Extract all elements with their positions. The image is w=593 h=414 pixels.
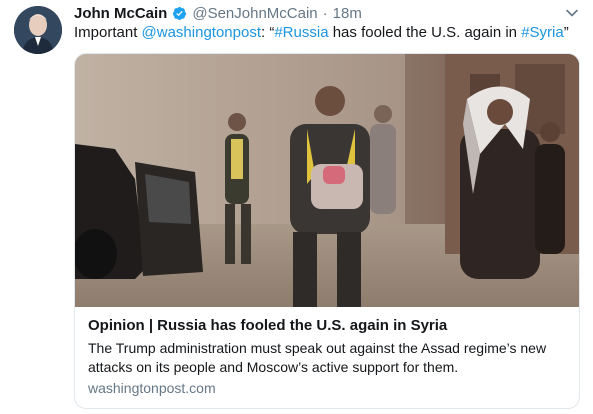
card-domain[interactable]: washingtonpost.com xyxy=(88,379,572,398)
tweet-text-segment: Important xyxy=(74,24,142,41)
avatar[interactable] xyxy=(14,6,62,54)
card-title[interactable]: Opinion | Russia has fooled the U.S. aga… xyxy=(88,316,572,336)
avatar-image xyxy=(14,6,62,54)
card-body[interactable]: Opinion | Russia has fooled the U.S. aga… xyxy=(88,316,572,398)
card-photo[interactable] xyxy=(75,54,579,307)
tweet-text-segment: : “ xyxy=(261,24,275,41)
hashtag-link-russia[interactable]: #Russia xyxy=(274,24,328,41)
link-card[interactable]: Opinion | Russia has fooled the U.S. aga… xyxy=(74,53,580,409)
hashtag-link-syria[interactable]: #Syria xyxy=(521,24,564,41)
separator-dot: · xyxy=(322,4,328,22)
card-description: The Trump administration must speak out … xyxy=(88,340,547,375)
tweet-text-segment: has fooled the U.S. again in xyxy=(328,24,522,41)
tweet-text-segment: ” xyxy=(563,24,569,41)
verified-badge-icon xyxy=(173,6,187,20)
tweet-timestamp[interactable]: 18m xyxy=(333,5,362,22)
mention-link[interactable]: @washingtonpost xyxy=(142,24,261,41)
tweet[interactable]: John McCain @SenJohnMcCain · 18m Importa… xyxy=(0,0,593,414)
author-name[interactable]: John McCain xyxy=(74,5,167,22)
tweet-text: Important @washingtonpost: “#Russia has … xyxy=(74,23,569,43)
tweet-header: John McCain @SenJohnMcCain · 18m xyxy=(74,4,362,22)
author-handle[interactable]: @SenJohnMcCain xyxy=(192,5,317,22)
chevron-down-icon[interactable] xyxy=(565,6,579,20)
